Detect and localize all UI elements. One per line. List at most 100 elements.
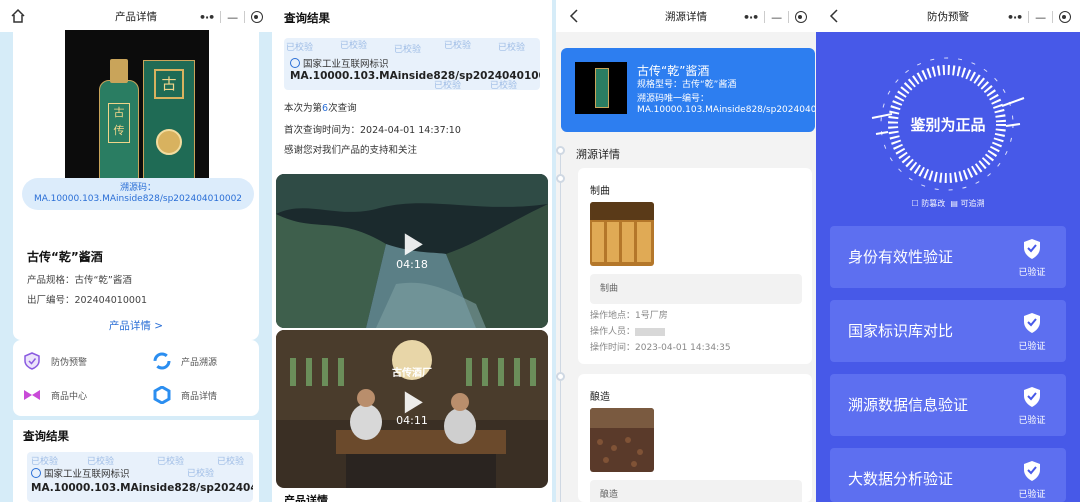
- page-title: 溯源详情: [665, 10, 707, 23]
- antifake-screen: 防伪预警 •·• — 鉴别为正品 ☐ 防篡改 ▤ 可追溯 身份有效性验证 已验证…: [816, 0, 1080, 502]
- verify-item-trace-data[interactable]: 溯源数据信息验证 已验证: [830, 374, 1066, 436]
- video-signboard: 古传酒厂: [392, 368, 432, 379]
- verify-status: 已验证: [1018, 268, 1046, 278]
- factory-number: 出厂编号：202404010001: [27, 295, 148, 306]
- more-icon[interactable]: •·•: [1007, 11, 1023, 24]
- query-result-card: 查询结果 已校验 已校验 已校验 已校验 已校验 国家工业互联网标识 MA.10…: [13, 420, 259, 502]
- genuine-result: 鉴别为正品: [910, 116, 986, 134]
- tag-tamperproof: 防篡改: [921, 199, 946, 208]
- close-target-icon[interactable]: [1058, 11, 1071, 23]
- identifier-code: MA.10000.103.MAinside828/sp202404010002: [31, 482, 253, 494]
- trace-step-card: 制曲 制曲 操作地点：1号厂房 操作人员： 操作时间：2023-04-01 14…: [578, 168, 812, 364]
- menu-item-goods-center[interactable]: 商品中心: [23, 386, 87, 404]
- back-icon[interactable]: [566, 8, 582, 24]
- menu-label: 商品详情: [181, 391, 218, 402]
- hexagon-icon: [153, 386, 171, 404]
- verify-label: 溯源数据信息验证: [848, 396, 969, 414]
- menu-item-goods-detail[interactable]: 商品详情: [153, 386, 217, 404]
- step-caption: 制曲: [590, 274, 802, 304]
- query-result-screen: 查询结果 已校验 已校验 已校验 已校验 已校验 已校验 已校验 国家工业互联网…: [272, 0, 552, 502]
- watermark: 已校验: [340, 41, 368, 51]
- step-operator: 操作人员：: [590, 324, 666, 337]
- home-icon[interactable]: [10, 8, 26, 24]
- timeline-dot: [556, 174, 565, 183]
- more-icon[interactable]: •·•: [743, 11, 759, 24]
- section-title: 溯源详情: [576, 148, 620, 161]
- verify-label: 国家标识库对比: [848, 322, 954, 340]
- product-image: 古 古传: [65, 30, 209, 190]
- org-name: 国家工业互联网标识: [44, 469, 130, 480]
- query-count-prefix: 本次为第: [284, 103, 323, 114]
- close-target-icon[interactable]: [250, 11, 263, 23]
- org-logo-icon: [290, 58, 300, 68]
- minimize-icon[interactable]: —: [227, 11, 238, 24]
- page-title: 产品详情: [115, 10, 157, 23]
- trace-icon: ▤: [950, 199, 958, 208]
- watermark: 已校验: [157, 457, 185, 467]
- watermark: 已校验: [444, 41, 472, 51]
- shield-icon: [23, 352, 41, 370]
- title-bar: 产品详情 •·• —: [0, 0, 272, 32]
- product-detail-screen: 产品详情 •·• — 古 古传 溯源码：MA.10000.103.MAinsid…: [0, 0, 272, 502]
- timeline-dot: [556, 372, 565, 381]
- trace-product-header: 古传“乾”酱酒 规格型号：古传“乾”酱酒 溯源码唯一编号：MA.10000.10…: [561, 48, 816, 132]
- timeline-dot: [556, 146, 565, 155]
- play-icon[interactable]: [404, 233, 423, 256]
- step-title: 制曲: [590, 186, 610, 197]
- watermark: 已校验: [286, 43, 314, 53]
- verify-item-national-registry[interactable]: 国家标识库对比 已验证: [830, 300, 1066, 362]
- seal-tags: ☐ 防篡改 ▤ 可追溯: [816, 198, 1080, 209]
- first-query-time: 首次查询时间为：2024-04-01 14:37:10: [284, 125, 461, 136]
- watermark: 已校验: [217, 457, 245, 467]
- verified-shield-icon: [1024, 239, 1040, 259]
- operator-blurred: [635, 327, 666, 336]
- menu-item-antifake[interactable]: 防伪预警: [23, 352, 87, 370]
- step-location: 操作地点：1号厂房: [590, 311, 668, 321]
- trace-step-card: 酿造 酿造: [578, 374, 812, 502]
- trace-detail-screen: 溯源详情 •·• — 古传“乾”酱酒 规格型号：古传“乾”酱酒 溯源码唯一编号：…: [552, 0, 816, 502]
- video-player-1[interactable]: 04:18: [276, 174, 548, 328]
- product-spec: 产品规格：古传“乾”酱酒: [27, 275, 132, 286]
- title-bar: 防伪预警 •·• —: [816, 0, 1080, 32]
- minimize-icon[interactable]: —: [1035, 11, 1046, 24]
- tag-traceable: 可追溯: [960, 199, 985, 208]
- menu-item-trace[interactable]: 产品溯源: [153, 352, 217, 370]
- org-name: 国家工业互联网标识: [303, 59, 389, 70]
- mini-program-capsule: •·• —: [740, 6, 810, 28]
- verify-item-identity[interactable]: 身份有效性验证 已验证: [830, 226, 1066, 288]
- org-label: 国家工业互联网标识: [31, 466, 130, 480]
- video-player-2[interactable]: 古传酒厂 04:11: [276, 330, 548, 488]
- menu-label: 产品溯源: [181, 357, 218, 368]
- more-icon[interactable]: •·•: [199, 11, 215, 24]
- product-detail-heading: 产品详情: [284, 494, 328, 502]
- identifier-code: MA.10000.103.MAinside828/sp202404010002: [290, 70, 540, 82]
- trace-code-label: 溯源码：: [119, 183, 156, 193]
- step-photo: [590, 408, 654, 472]
- verified-badge: 已验证: [1016, 460, 1048, 500]
- title-bar: 溯源详情 •·• —: [556, 0, 816, 32]
- org-logo-icon: [31, 468, 41, 478]
- verify-status: 已验证: [1018, 342, 1046, 352]
- timeline-line: [560, 150, 561, 502]
- back-icon[interactable]: [826, 8, 842, 24]
- hero-trace-id: 溯源码唯一编号：MA.10000.103.MAinside828/sp20240…: [637, 94, 816, 115]
- step-title: 酿造: [590, 392, 610, 403]
- verify-item-big-data[interactable]: 大数据分析验证 已验证: [830, 448, 1066, 502]
- play-icon[interactable]: [404, 391, 423, 414]
- verified-shield-icon: [1024, 313, 1040, 333]
- product-thumbnail: [575, 62, 627, 114]
- certificate-banner: 已校验 已校验 已校验 已校验 已校验 国家工业互联网标识 MA.10000.1…: [27, 452, 253, 502]
- product-detail-link[interactable]: 产品详情 >: [0, 318, 272, 333]
- verified-badge: 已验证: [1016, 312, 1048, 352]
- trace-code-value: MA.10000.103.MAinside828/sp202404010002: [33, 194, 243, 204]
- watermark: 已校验: [394, 45, 422, 55]
- hero-product-name: 古传“乾”酱酒: [637, 64, 710, 78]
- watermark: 已校验: [498, 43, 526, 53]
- step-time: 操作时间：2023-04-01 14:34:35: [590, 343, 731, 353]
- org-label: 国家工业互联网标识: [290, 56, 389, 70]
- mini-program-capsule: •·• —: [196, 6, 266, 28]
- verify-status: 已验证: [1018, 490, 1046, 500]
- minimize-icon[interactable]: —: [771, 11, 782, 24]
- close-target-icon[interactable]: [794, 11, 807, 23]
- query-title: 查询结果: [23, 429, 69, 443]
